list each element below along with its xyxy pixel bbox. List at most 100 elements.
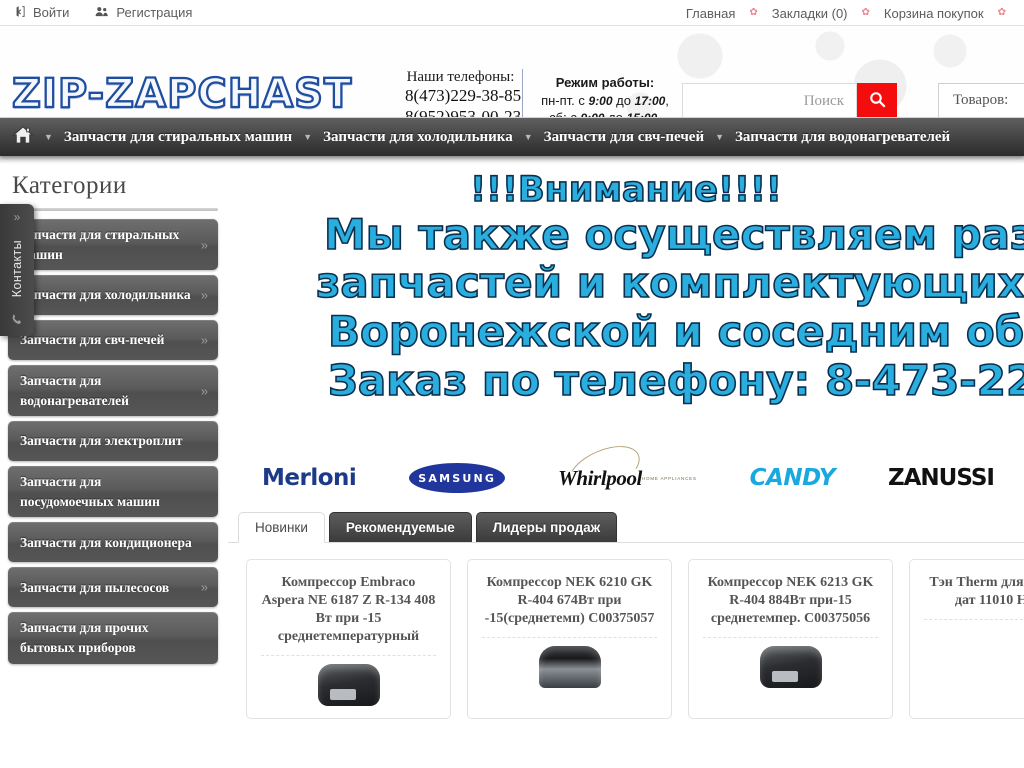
promo-banner[interactable]: !!!Внимание!!!! Мы также осуществляем ра…: [228, 162, 1024, 444]
sidebar-item-label: Запчасти для стиральных машин: [20, 227, 180, 262]
sidebar-item-water-heaters[interactable]: Запчасти для водонагревателей »: [8, 365, 218, 417]
chevron-double-down-icon: »: [200, 287, 208, 303]
hours-1-prefix: пн-пт. с: [541, 92, 589, 108]
hours-title: Режим работы:: [555, 75, 655, 90]
brand-whirlpool[interactable]: Whirlpool HOME APPLIANCES: [558, 436, 697, 504]
sidebar-item-vacuum-cleaners[interactable]: Запчасти для пылесосов »: [8, 567, 218, 608]
sidebar-item-microwave[interactable]: Запчасти для свч-печей »: [8, 320, 218, 361]
chevron-down-icon: ▼: [303, 132, 313, 142]
phone-icon: [11, 313, 24, 329]
product-tabs: Новинки Рекомендуемые Лидеры продаж: [228, 512, 1024, 543]
search-placeholder: Поиск: [803, 92, 844, 109]
nav-item-washing-machines[interactable]: Запчасти для стиральных машин: [55, 129, 301, 146]
star-separator-icon: ✿: [749, 7, 758, 18]
sidebar-item-dishwashers[interactable]: Запчасти для посудомоечных машин: [8, 466, 218, 518]
sidebar-item-label: Запчасти для прочих бытовых приборов: [20, 620, 149, 655]
hours-1-from: 9:00: [588, 93, 613, 108]
hours-line-1: пн-пт. с 9:00 до 17:00,: [530, 92, 680, 110]
chevron-down-icon: ▼: [715, 132, 725, 142]
nav-home-button[interactable]: [8, 125, 42, 150]
banner-line-2: запчастей и комплектующих п: [315, 258, 1024, 308]
star-separator-icon: ✿: [861, 7, 870, 18]
brand-whirlpool-sub: HOME APPLIANCES: [642, 476, 697, 481]
tab-recommended[interactable]: Рекомендуемые: [328, 512, 472, 542]
chevron-double-down-icon: »: [200, 332, 208, 348]
sidebar-item-label: Запчасти для водонагревателей: [20, 373, 129, 408]
sidebar-item-electric-stoves[interactable]: Запчасти для электроплит: [8, 421, 218, 462]
nav-item-water-heaters[interactable]: Запчасти для водонагревателей: [726, 129, 959, 146]
phones-block: Наши телефоны: 8(473)229-38-85 8(952)953…: [405, 69, 523, 118]
product-image: [701, 638, 880, 698]
sidebar-item-label: Запчасти для электроплит: [20, 433, 183, 449]
product-card[interactable]: Компрессор NEK 6213 GK R-404 884Вт при-1…: [688, 559, 893, 719]
brand-logos-row: Merloni SAMSUNG Whirlpool HOME APPLIANCE…: [228, 436, 1024, 506]
hours-2-to: 15:00: [627, 111, 658, 117]
two-people-icon: [95, 5, 109, 21]
brand-zanussi-label: ZANUSSI: [887, 465, 995, 491]
chevron-double-down-icon: »: [200, 579, 208, 595]
cart-summary[interactable]: Товаров:: [938, 83, 1024, 117]
brand-samsung[interactable]: SAMSUNG: [409, 454, 506, 502]
whirlpool-swoosh-icon: [561, 436, 647, 504]
top-link-bookmarks[interactable]: Закладки (0): [772, 6, 848, 21]
sidebar-item-other-appliances[interactable]: Запчасти для прочих бытовых приборов: [8, 612, 218, 664]
product-title: Компрессор NEK 6213 GK R-404 884Вт при-1…: [707, 575, 874, 626]
brand-candy[interactable]: CANDY: [749, 454, 836, 502]
login-label: Войти: [33, 5, 70, 20]
brand-candy-label: CANDY: [749, 465, 836, 491]
hours-2-suffix: ,: [657, 110, 661, 118]
contacts-side-tab[interactable]: » Контакты: [0, 204, 34, 336]
nav-item-refrigerator[interactable]: Запчасти для холодильника: [314, 129, 522, 146]
product-list: Компрессор Embraco Aspera NE 6187 Z R-13…: [228, 543, 1024, 719]
hours-line-2: сб: с 9:00 до 15:00,: [530, 109, 680, 118]
sidebar-item-refrigerator[interactable]: Запчасти для холодильника »: [8, 275, 218, 316]
hours-2-from: 9:00: [580, 111, 604, 117]
phone-number-1: 8(473)229-38-85: [405, 86, 522, 105]
search-button[interactable]: [857, 83, 897, 117]
site-header: ZIP-ZAPCHAST Наши телефоны: 8(473)229-38…: [0, 26, 1024, 118]
phone-number-2: 8(952)953-00-23: [405, 106, 522, 118]
banner-line-1: Мы также осуществляем разво: [323, 209, 1024, 259]
brand-merloni[interactable]: Merloni: [262, 454, 357, 502]
hours-2-mid: до: [604, 110, 627, 118]
search-input[interactable]: Поиск: [682, 83, 857, 117]
brand-merloni-label: Merloni: [262, 465, 357, 491]
contacts-tab-label: Контакты: [10, 239, 24, 298]
product-image: [480, 638, 659, 698]
star-separator-icon: ✿: [997, 7, 1006, 18]
top-link-cart[interactable]: Корзина покупок: [884, 6, 984, 21]
sidebar-item-label: Запчасти для свч-печей: [20, 332, 165, 348]
home-icon: [11, 125, 35, 150]
sidebar-title: Категории: [12, 172, 127, 199]
product-image: [259, 656, 438, 716]
cart-label: Товаров:: [953, 92, 1009, 108]
sidebar-item-washing-machines[interactable]: Запчасти для стиральных машин »: [8, 219, 218, 271]
tab-bestsellers[interactable]: Лидеры продаж: [475, 512, 618, 542]
brand-samsung-label: SAMSUNG: [409, 463, 506, 493]
product-card[interactable]: Компрессор NEK 6210 GK R-404 674Вт при -…: [467, 559, 672, 719]
top-nav-links: Главная ✿ Закладки (0) ✿ Корзина покупок…: [686, 0, 1024, 26]
tab-new[interactable]: Новинки: [238, 512, 325, 543]
product-card[interactable]: Тэн Therm для Indesit под дат 11010 HTR0…: [909, 559, 1024, 719]
product-title: Тэн Therm для Indesit под дат 11010 HTR0…: [929, 575, 1024, 608]
banner-line-0: !!!Внимание!!!!: [469, 169, 782, 211]
login-link[interactable]: Войти: [13, 5, 69, 21]
hours-2-prefix: сб: с: [549, 110, 581, 118]
chevron-down-icon: ▼: [44, 132, 53, 142]
brand-zanussi[interactable]: ZANUSSI: [887, 454, 995, 502]
page-body: Категории Запчасти для стиральных машин …: [0, 156, 1024, 758]
sidebar: Категории Запчасти для стиральных машин …: [0, 156, 228, 758]
sidebar-item-label: Запчасти для пылесосов: [20, 579, 170, 595]
hours-1-to: 17:00: [634, 93, 666, 108]
register-link[interactable]: Регистрация: [95, 5, 192, 21]
chevron-double-down-icon: »: [200, 237, 208, 253]
main-content: !!!Внимание!!!! Мы также осуществляем ра…: [228, 156, 1024, 758]
top-link-home[interactable]: Главная: [686, 6, 735, 21]
banner-line-3: Воронежской и соседним областя: [327, 307, 1024, 357]
product-card[interactable]: Компрессор Embraco Aspera NE 6187 Z R-13…: [246, 559, 451, 719]
site-logo[interactable]: ZIP-ZAPCHAST: [11, 73, 353, 115]
register-label: Регистрация: [116, 5, 193, 20]
sidebar-item-air-conditioner[interactable]: Запчасти для кондиционера: [8, 522, 218, 563]
sidebar-item-label: Запчасти для посудомоечных машин: [20, 474, 160, 509]
nav-item-microwave[interactable]: Запчасти для свч-печей: [535, 129, 713, 146]
